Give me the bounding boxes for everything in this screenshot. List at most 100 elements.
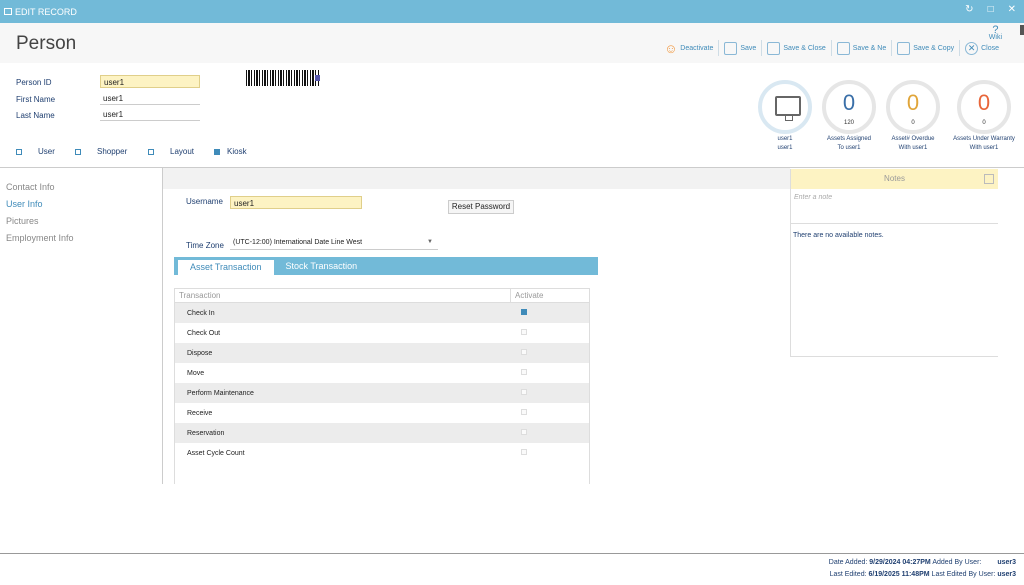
assets-overdue-ring: 0 0 xyxy=(886,80,940,134)
tab-asset-transaction[interactable]: Asset Transaction xyxy=(178,260,274,275)
role-kiosk[interactable]: Kiosk xyxy=(214,147,247,156)
table-row: Reservation xyxy=(175,423,589,443)
activate-checkbox[interactable] xyxy=(521,349,527,355)
last-name-label: Last Name xyxy=(16,111,55,120)
save-icon xyxy=(724,41,738,55)
side-nav: Contact Info User Info Pictures Employme… xyxy=(6,182,74,250)
save-copy-icon xyxy=(897,41,911,55)
assets-assigned-sub: 120 xyxy=(843,120,854,126)
role-kiosk-label: Kiosk xyxy=(227,147,247,156)
row-name: Reservation xyxy=(187,429,225,437)
assets-assigned-card[interactable]: 0 120 Assets Assigned To user1 xyxy=(817,80,881,152)
timezone-label: Time Zone xyxy=(186,241,224,250)
maximize-icon[interactable]: □ xyxy=(988,4,994,15)
assets-overdue-value: 0 xyxy=(906,90,920,115)
assets-warranty-value: 0 xyxy=(977,90,991,115)
activate-checkbox[interactable] xyxy=(521,449,527,455)
last-edited-label: Last Edited: xyxy=(829,571,867,578)
row-name: Receive xyxy=(187,409,213,417)
last-edited-value: 6/19/2025 11:48PM xyxy=(868,571,930,578)
note-save-icon[interactable] xyxy=(984,174,994,184)
assets-warranty-card[interactable]: 0 0 Assets Under Warranty With user1 xyxy=(947,80,1021,152)
sidenav-item-contact-info[interactable]: Contact Info xyxy=(6,182,74,199)
date-added-label: Date Added: xyxy=(828,559,868,566)
sidenav-item-user-info[interactable]: User Info xyxy=(6,199,74,216)
notes-header: Notes xyxy=(791,169,998,189)
timezone-select[interactable]: (UTC-12:00) International Date Line West… xyxy=(230,237,438,250)
barcode-marker xyxy=(315,75,320,81)
page-header: Person ? Wiki ☺ Deactivate Save Save & C… xyxy=(0,23,1024,63)
main-left-border xyxy=(162,168,163,484)
save-button[interactable]: Save xyxy=(719,40,763,56)
table-row: Check In xyxy=(175,303,589,323)
save-new-button[interactable]: Save & Ne xyxy=(832,40,893,56)
record-footer: Date Added: 9/29/2024 04:27PM Added By U… xyxy=(829,557,1016,581)
toolbar: ☺ Deactivate Save Save & Close Save & Ne… xyxy=(659,40,1004,56)
timezone-value: (UTC-12:00) International Date Line West xyxy=(233,239,363,246)
table-row: Perform Maintenance xyxy=(175,383,589,403)
activate-checkbox[interactable] xyxy=(521,369,527,375)
activate-checkbox[interactable] xyxy=(521,309,527,315)
window-title-text: EDIT RECORD xyxy=(15,6,77,17)
deactivate-label: Deactivate xyxy=(680,44,714,52)
activate-checkbox[interactable] xyxy=(521,329,527,335)
assets-assigned-ring: 0 120 xyxy=(822,80,876,134)
transaction-grid: Transaction Activate Check In Check Out … xyxy=(174,288,590,484)
assets-assigned-caption: Assets Assigned xyxy=(826,136,872,142)
grid-header: Transaction Activate xyxy=(175,289,589,303)
sidenav-item-pictures[interactable]: Pictures xyxy=(6,216,74,233)
assets-assigned-value: 0 xyxy=(842,90,856,115)
reset-password-button[interactable]: Reset Password xyxy=(448,200,514,214)
user-avatar-card[interactable]: user1 user1 xyxy=(753,80,817,152)
user-line1: user1 xyxy=(777,136,793,142)
scrollbar-stub[interactable] xyxy=(1020,25,1024,35)
close-button[interactable]: ✕ Close xyxy=(960,40,1004,56)
grid-header-transaction[interactable]: Transaction xyxy=(175,289,511,302)
row-name: Move xyxy=(187,369,205,377)
role-kiosk-checkbox[interactable] xyxy=(214,148,220,155)
role-user-checkbox[interactable] xyxy=(16,148,22,155)
role-layout-checkbox[interactable] xyxy=(148,148,154,155)
save-copy-button[interactable]: Save & Copy xyxy=(892,40,961,56)
barcode-image xyxy=(246,70,320,86)
sidenav-item-employment-info[interactable]: Employment Info xyxy=(6,233,74,250)
save-close-button[interactable]: Save & Close xyxy=(762,40,832,56)
activate-checkbox[interactable] xyxy=(521,429,527,435)
close-window-icon[interactable]: ✕ xyxy=(1008,4,1016,15)
person-id-field[interactable]: user1 xyxy=(100,75,200,88)
last-name-field[interactable]: user1 xyxy=(100,108,200,121)
table-row: Receive xyxy=(175,403,589,423)
grid-body: Check In Check Out Dispose Move Perform … xyxy=(175,303,589,463)
activate-checkbox[interactable] xyxy=(521,389,527,395)
activate-checkbox[interactable] xyxy=(521,409,527,415)
transaction-tabs: Asset Transaction Stock Transaction xyxy=(174,257,598,275)
assets-warranty-caption: Assets Under Warranty xyxy=(953,136,1015,142)
main-topbar xyxy=(163,168,790,189)
assets-assigned-caption2: To user1 xyxy=(837,145,861,151)
tab-stock-transaction[interactable]: Stock Transaction xyxy=(274,257,370,275)
close-icon: ✕ xyxy=(965,41,979,55)
person-icon: ☺ xyxy=(664,40,678,56)
role-layout-label: Layout xyxy=(170,147,195,156)
assets-overdue-card[interactable]: 0 0 Asset# Overdue With user1 xyxy=(881,80,945,152)
first-name-field[interactable]: user1 xyxy=(100,92,200,105)
chevron-down-icon: ▼ xyxy=(427,239,433,245)
table-row: Asset Cycle Count xyxy=(175,443,589,463)
refresh-icon[interactable]: ↻ xyxy=(965,4,973,15)
save-copy-label: Save & Copy xyxy=(913,44,955,52)
deactivate-button[interactable]: ☺ Deactivate xyxy=(659,40,720,56)
grid-header-activate[interactable]: Activate xyxy=(511,289,547,302)
notes-panel: Notes Enter a note There are no availabl… xyxy=(790,169,998,357)
role-layout[interactable]: Layout xyxy=(148,147,194,156)
role-user[interactable]: User xyxy=(16,147,55,156)
person-id-label: Person ID xyxy=(16,78,52,87)
row-name: Asset Cycle Count xyxy=(187,449,245,457)
row-name: Perform Maintenance xyxy=(187,389,254,397)
assets-overdue-sub: 0 xyxy=(911,120,915,126)
save-close-label: Save & Close xyxy=(783,44,826,52)
role-shopper-checkbox[interactable] xyxy=(75,148,81,155)
role-shopper[interactable]: Shopper xyxy=(75,147,127,156)
username-field[interactable]: user1 xyxy=(230,196,362,209)
window-icon xyxy=(4,8,12,15)
note-input[interactable]: Enter a note xyxy=(791,191,998,224)
